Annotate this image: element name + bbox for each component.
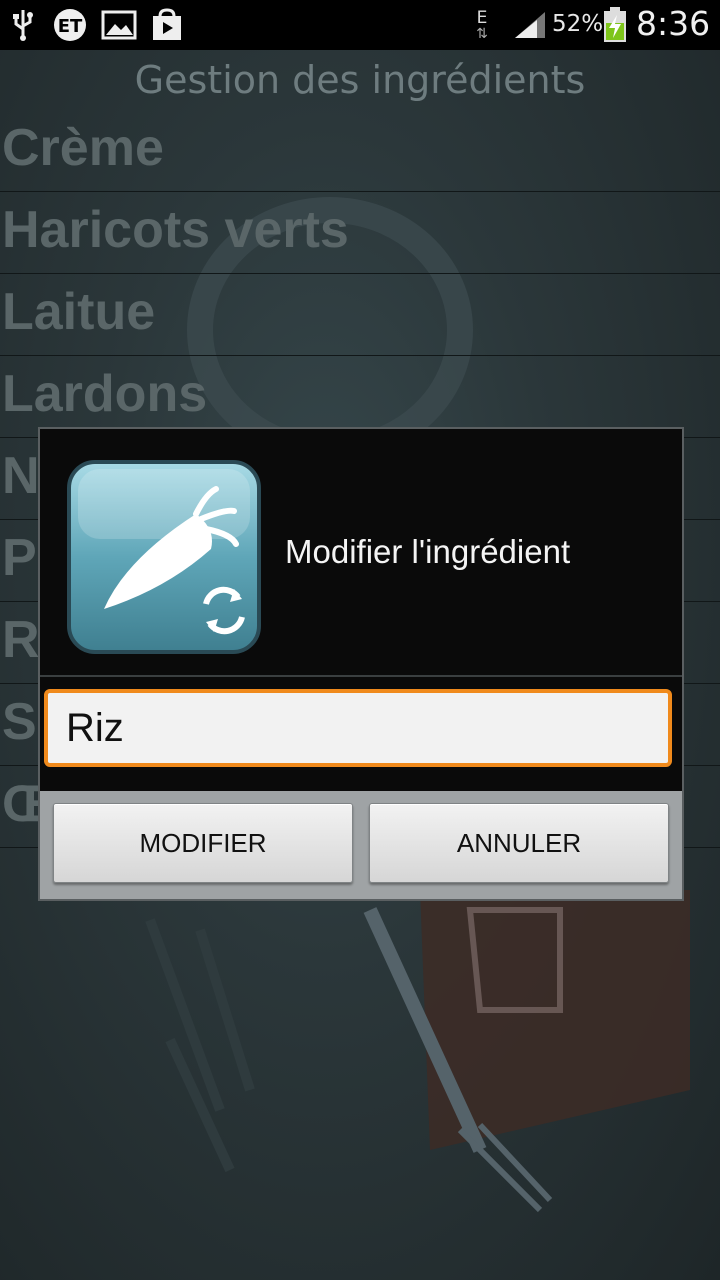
dialog-header: Modifier l'ingrédient (40, 429, 682, 675)
dialog-title: Modifier l'ingrédient (285, 533, 571, 570)
cancel-button[interactable]: ANNULER (369, 803, 669, 883)
dialog-button-bar: MODIFIER ANNULER (40, 791, 682, 899)
battery-charging-icon (602, 7, 628, 42)
list-item-label: Haricots verts (2, 201, 349, 259)
play-store-icon (148, 8, 186, 42)
data-arrows-icon: E ⇅ (476, 7, 488, 42)
ingredient-name-input[interactable]: Riz (44, 689, 672, 767)
clock: 8:36 (636, 4, 711, 43)
edit-ingredient-dialog: Modifier l'ingrédient Riz MODIFIER ANNUL… (38, 427, 684, 901)
gallery-icon (100, 8, 138, 42)
modify-button[interactable]: MODIFIER (53, 803, 353, 883)
list-item[interactable]: Lardons (0, 356, 720, 438)
usb-icon (8, 8, 38, 42)
list-item-label: Crème (2, 119, 164, 177)
status-bar: ET E ⇅ 52% 8:36 (0, 0, 720, 50)
page-title: Gestion des ingrédients (134, 58, 586, 102)
list-item[interactable]: Laitue (0, 274, 720, 356)
battery-percent: 52% (552, 11, 604, 37)
list-item-label: S (2, 693, 37, 751)
list-item-label: Laitue (2, 283, 156, 341)
svg-text:ET: ET (58, 16, 83, 37)
signal-icon (512, 8, 548, 42)
list-item[interactable]: Haricots verts (0, 192, 720, 274)
carrot-refresh-icon (66, 459, 262, 655)
et-icon: ET (50, 8, 90, 42)
list-item[interactable]: Crème (0, 110, 720, 192)
list-item-label: Lardons (2, 365, 208, 423)
divider (40, 675, 682, 677)
